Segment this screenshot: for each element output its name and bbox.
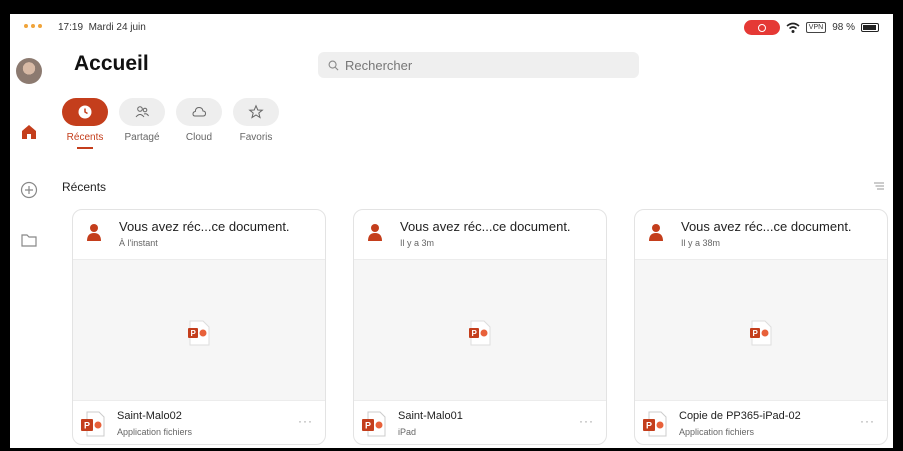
svg-text:P: P bbox=[472, 329, 478, 338]
file-info: P Saint-Malo01 iPad ··· bbox=[354, 401, 606, 444]
people-icon bbox=[135, 106, 149, 118]
wifi-icon bbox=[786, 22, 800, 33]
file-preview[interactable]: P bbox=[354, 260, 606, 401]
battery-percent: 98 % bbox=[832, 22, 855, 33]
more-options-button[interactable]: ··· bbox=[860, 414, 875, 428]
clock-icon bbox=[78, 105, 92, 119]
active-tab-indicator bbox=[77, 147, 93, 149]
multitasking-dots[interactable] bbox=[24, 24, 42, 28]
file-preview[interactable]: P bbox=[73, 260, 325, 401]
tab-cloud[interactable]: Cloud bbox=[176, 98, 222, 149]
status-bar: 17:19 Mardi 24 juin VPN 98 % bbox=[10, 14, 893, 40]
file-info: P Copie de PP365-iPad-02 Application fic… bbox=[635, 401, 887, 444]
tab-favoris[interactable]: Favoris bbox=[233, 98, 279, 149]
tab-partage[interactable]: Partagé bbox=[119, 98, 165, 149]
app-window: 17:19 Mardi 24 juin VPN 98 % Accueil Rec… bbox=[10, 14, 893, 448]
svg-text:P: P bbox=[646, 421, 652, 431]
person-icon bbox=[368, 224, 382, 241]
more-options-button[interactable]: ··· bbox=[298, 414, 313, 428]
tab-label: Cloud bbox=[185, 132, 213, 143]
tab-label: Partagé bbox=[124, 132, 160, 143]
card-activity: Vous avez réc...ce document. Il y a 38m bbox=[635, 210, 887, 260]
recent-file-card[interactable]: Vous avez réc...ce document. À l'instant… bbox=[72, 209, 326, 445]
activity-text: Vous avez réc...ce document. bbox=[681, 219, 852, 234]
recent-file-card[interactable]: Vous avez réc...ce document. Il y a 3m P… bbox=[353, 209, 607, 445]
search-icon bbox=[328, 60, 339, 70]
powerpoint-file-icon: P bbox=[362, 411, 386, 437]
sort-menu-icon[interactable] bbox=[873, 181, 885, 191]
folder-icon[interactable] bbox=[19, 230, 39, 250]
file-location: Application fichiers bbox=[679, 427, 755, 437]
avatar[interactable] bbox=[16, 58, 42, 84]
svg-text:P: P bbox=[753, 329, 759, 338]
activity-time: À l'instant bbox=[119, 238, 158, 248]
vpn-badge: VPN bbox=[805, 22, 827, 33]
search-input[interactable]: Rechercher bbox=[318, 52, 639, 78]
status-time-date: 17:19 Mardi 24 juin bbox=[58, 22, 146, 33]
page-title: Accueil bbox=[74, 52, 149, 75]
activity-text: Vous avez réc...ce document. bbox=[119, 219, 290, 234]
svg-text:P: P bbox=[191, 329, 197, 338]
file-location: Application fichiers bbox=[117, 427, 193, 437]
tab-label: Récents bbox=[66, 132, 104, 143]
home-icon[interactable] bbox=[19, 122, 39, 142]
star-icon bbox=[248, 104, 264, 119]
status-time: 17:19 bbox=[58, 22, 84, 33]
card-activity: Vous avez réc...ce document. À l'instant bbox=[73, 210, 325, 260]
powerpoint-doc-icon: P bbox=[469, 320, 491, 346]
file-name: Saint-Malo01 bbox=[398, 410, 463, 422]
search-placeholder: Rechercher bbox=[345, 57, 413, 73]
more-options-button[interactable]: ··· bbox=[579, 414, 594, 428]
card-activity: Vous avez réc...ce document. Il y a 3m bbox=[354, 210, 606, 260]
cloud-icon bbox=[192, 106, 207, 117]
add-icon[interactable] bbox=[19, 180, 39, 200]
battery-icon bbox=[861, 23, 879, 32]
svg-text:P: P bbox=[365, 421, 371, 431]
tab-label: Favoris bbox=[239, 132, 273, 143]
file-info: P Saint-Malo02 Application fichiers ··· bbox=[73, 401, 325, 444]
activity-time: Il y a 38m bbox=[681, 238, 721, 248]
sidebar bbox=[10, 42, 54, 448]
status-indicators: VPN 98 % bbox=[743, 20, 879, 35]
powerpoint-doc-icon: P bbox=[188, 320, 210, 346]
file-name: Saint-Malo02 bbox=[117, 410, 182, 422]
recent-file-card[interactable]: Vous avez réc...ce document. Il y a 38m … bbox=[634, 209, 888, 445]
powerpoint-doc-icon: P bbox=[750, 320, 772, 346]
tab-recents[interactable]: Récents bbox=[62, 98, 108, 149]
person-icon bbox=[649, 224, 663, 241]
status-date: Mardi 24 juin bbox=[88, 22, 146, 33]
powerpoint-file-icon: P bbox=[643, 411, 667, 437]
powerpoint-file-icon: P bbox=[81, 411, 105, 437]
activity-time: Il y a 3m bbox=[400, 238, 435, 248]
file-location: iPad bbox=[398, 427, 417, 437]
filter-tabs: Récents Partagé Cloud Favoris bbox=[62, 98, 279, 149]
section-title: Récents bbox=[62, 180, 107, 194]
file-preview[interactable]: P bbox=[635, 260, 887, 401]
screen-recording-icon[interactable] bbox=[743, 20, 780, 35]
person-icon bbox=[87, 224, 101, 241]
svg-text:P: P bbox=[84, 421, 90, 431]
activity-text: Vous avez réc...ce document. bbox=[400, 219, 571, 234]
file-name: Copie de PP365-iPad-02 bbox=[679, 410, 801, 422]
